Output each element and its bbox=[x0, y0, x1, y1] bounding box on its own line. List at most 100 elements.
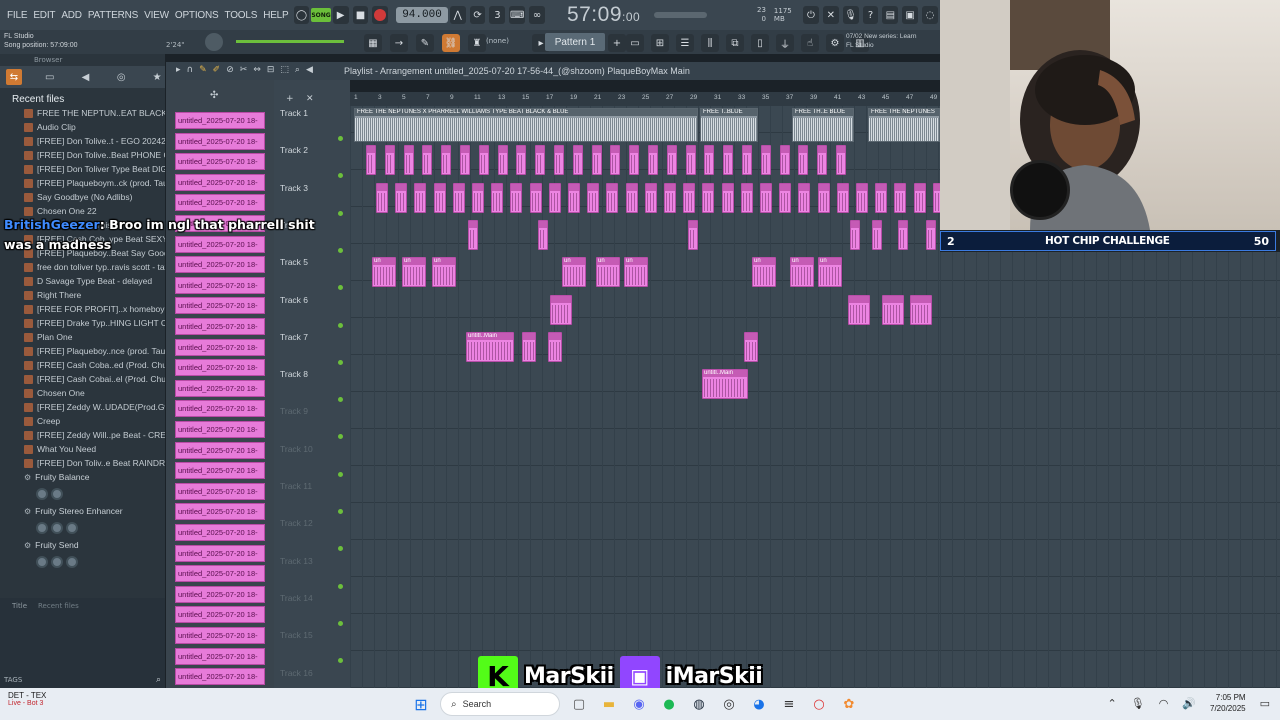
power-icon[interactable]: ⏻ bbox=[803, 6, 819, 24]
pattern-item[interactable]: untitled_2025-07-20 18- bbox=[175, 338, 265, 356]
recent-file-item[interactable]: Creep bbox=[0, 414, 165, 428]
delete-tool-icon[interactable]: ⊘ bbox=[226, 65, 234, 75]
pattern-clip[interactable] bbox=[910, 294, 932, 325]
main-volume-slider[interactable] bbox=[236, 40, 344, 43]
pattern-clip[interactable] bbox=[817, 182, 830, 213]
pattern-clip[interactable] bbox=[452, 182, 465, 213]
pattern-clip[interactable]: untitl..Main bbox=[702, 369, 748, 400]
pattern-clip[interactable] bbox=[744, 331, 758, 362]
pattern-clip[interactable] bbox=[817, 145, 828, 176]
song-mode-button[interactable]: SONG bbox=[311, 8, 331, 22]
menu-add[interactable]: ADD bbox=[58, 10, 85, 21]
pattern-clip[interactable] bbox=[497, 145, 508, 176]
notification-icon[interactable]: ▭ bbox=[1260, 697, 1270, 710]
recent-file-item[interactable]: [FREE] Cash Cobai..el (Prod. Chubbs) bbox=[0, 372, 165, 386]
track-name[interactable]: Track 2 bbox=[280, 145, 308, 155]
fl-studio-icon[interactable]: ✿ bbox=[838, 693, 860, 715]
pattern-clip[interactable] bbox=[472, 182, 484, 213]
recent-files-folder[interactable]: Recent files bbox=[0, 88, 165, 106]
pattern-clip[interactable]: untitl..Main bbox=[466, 331, 514, 362]
pattern-clip[interactable] bbox=[723, 145, 734, 176]
browser-all-icon[interactable]: ⇆ bbox=[6, 69, 22, 85]
pattern-item[interactable]: untitled_2025-07-20 18- bbox=[175, 256, 265, 274]
pattern-clip[interactable] bbox=[554, 145, 564, 176]
playlist-window-icon[interactable]: ▭ bbox=[626, 34, 644, 52]
zoom-tool-icon[interactable]: ⌕ bbox=[295, 65, 300, 75]
pattern-clip[interactable] bbox=[894, 182, 907, 213]
app-icon[interactable]: ≡ bbox=[778, 693, 800, 715]
paint-tool-icon[interactable]: ✐ bbox=[213, 65, 221, 75]
pattern-item[interactable]: untitled_2025-07-20 18- bbox=[175, 482, 265, 500]
weather-widget[interactable]: DET - TEX Live - Bot 3 bbox=[8, 691, 46, 707]
pattern-clip[interactable] bbox=[572, 145, 583, 176]
pattern-clip[interactable] bbox=[510, 182, 523, 213]
menu-help[interactable]: HELP bbox=[260, 10, 291, 21]
menu-options[interactable]: OPTIONS bbox=[172, 10, 222, 21]
pattern-clip[interactable] bbox=[683, 182, 696, 213]
plugin-item[interactable]: ⚙ Fruity Stereo Enhancer bbox=[0, 504, 165, 518]
pattern-clip[interactable] bbox=[491, 182, 504, 213]
pattern-clip[interactable] bbox=[522, 331, 536, 362]
pattern-clip[interactable] bbox=[760, 145, 771, 176]
recent-file-item[interactable]: [FREE] Don Tolive..Beat PHONE CALL bbox=[0, 148, 165, 162]
pattern-item[interactable]: untitled_2025-07-20 18- bbox=[175, 379, 265, 397]
touch-icon[interactable]: ☝ bbox=[801, 34, 819, 52]
plugin-thumbnail[interactable] bbox=[36, 552, 165, 572]
timeline-ruler[interactable]: 1 3 5 7 9 11 13 15 17 19 21 23 25 27 29 31 33 35 37 39 41 43 4… bbox=[350, 92, 940, 106]
browser-icon[interactable]: ▯ bbox=[751, 34, 769, 52]
pattern-picker-icon[interactable]: ✣ bbox=[210, 90, 218, 101]
track-mute-led[interactable] bbox=[338, 173, 343, 179]
pattern-item[interactable]: untitled_2025-07-20 18- bbox=[175, 112, 265, 129]
recent-file-item[interactable]: [FREE] Zeddy W..UDADE(Prod.Gwxap) bbox=[0, 400, 165, 414]
pattern-clip[interactable] bbox=[414, 182, 427, 213]
draw-tool-icon[interactable]: ✎ bbox=[199, 65, 207, 75]
recent-file-item[interactable]: Right There bbox=[0, 288, 165, 302]
pattern-item[interactable]: untitled_2025-07-20 18- bbox=[175, 503, 265, 521]
plugin-picker-icon[interactable]: ⧉ bbox=[726, 34, 744, 52]
tags-label[interactable]: TAGS bbox=[4, 676, 22, 684]
plugin-item[interactable]: ⚙ Fruity Send bbox=[0, 538, 165, 552]
pattern-item[interactable]: untitled_2025-07-20 18- bbox=[175, 153, 265, 171]
pattern-clip[interactable] bbox=[666, 145, 677, 176]
pattern-item[interactable]: untitled_2025-07-20 18- bbox=[175, 668, 265, 686]
microphone-tray-icon[interactable]: 🎙 bbox=[1131, 697, 1145, 710]
pattern-clip[interactable] bbox=[625, 182, 638, 213]
countdown-icon[interactable]: 3 bbox=[489, 6, 506, 24]
pattern-clip[interactable] bbox=[926, 219, 936, 250]
recent-file-item[interactable]: [FREE] Cash Coba..ed (Prod. Chubbs) bbox=[0, 358, 165, 372]
add-track-icon[interactable]: + bbox=[286, 94, 294, 104]
recent-file-item[interactable]: [FREE] Don Toliver Type Beat DIGITAL bbox=[0, 162, 165, 176]
pattern-clip[interactable] bbox=[704, 145, 715, 176]
mute-tool-icon[interactable]: ✂ bbox=[240, 65, 248, 75]
recent-file-item[interactable]: What You Need bbox=[0, 442, 165, 456]
pattern-clip[interactable] bbox=[875, 182, 888, 213]
playlist-grid[interactable]: FREE THE NEPTUNES X PHARRELL WILLIAMS TY… bbox=[350, 106, 945, 688]
audio-clip[interactable]: FREE THE NEPTUNES X PHARRELL WILLIAMS TY… bbox=[354, 108, 698, 142]
plug-icon[interactable]: ⏚ bbox=[776, 34, 794, 52]
browser-plugins-icon[interactable]: ◎ bbox=[113, 69, 129, 85]
pattern-clip[interactable] bbox=[648, 145, 658, 176]
recent-file-item[interactable]: Say Goodbye (No Adlibs) bbox=[0, 190, 165, 204]
track-mute-led[interactable] bbox=[338, 471, 343, 477]
playback-tool-icon[interactable]: ◀ bbox=[306, 65, 313, 75]
menu-tools[interactable]: TOOLS bbox=[221, 10, 260, 21]
pattern-item[interactable]: untitled_2025-07-20 18- bbox=[175, 647, 265, 665]
pattern-item[interactable]: untitled_2025-07-20 18- bbox=[175, 132, 265, 150]
pattern-clip[interactable] bbox=[798, 182, 811, 213]
pattern-clip[interactable] bbox=[433, 182, 446, 213]
menu-file[interactable]: FILE bbox=[4, 10, 30, 21]
pattern-clip[interactable]: un bbox=[596, 257, 620, 288]
discord-icon[interactable]: ◉ bbox=[628, 693, 650, 715]
pattern-clip[interactable] bbox=[441, 145, 452, 176]
blend-notes-icon[interactable]: ∞ bbox=[529, 6, 545, 24]
pattern-clip[interactable] bbox=[395, 182, 408, 213]
pattern-clip[interactable] bbox=[882, 294, 904, 325]
chevron-up-icon[interactable]: ⌃ bbox=[1108, 697, 1117, 710]
search-icon[interactable]: ⌕ bbox=[156, 675, 161, 685]
recent-file-item[interactable]: D Savage Type Beat - delayed bbox=[0, 274, 165, 288]
slip-tool-icon[interactable]: ⇔ bbox=[253, 65, 261, 75]
pattern-clip[interactable] bbox=[384, 145, 395, 176]
pattern-item[interactable]: untitled_2025-07-20 18- bbox=[175, 441, 265, 459]
plugin-icon[interactable]: ▣ bbox=[902, 6, 919, 24]
recent-file-item[interactable]: [FREE FOR PROFIT]..x homeboymifty ] bbox=[0, 302, 165, 316]
